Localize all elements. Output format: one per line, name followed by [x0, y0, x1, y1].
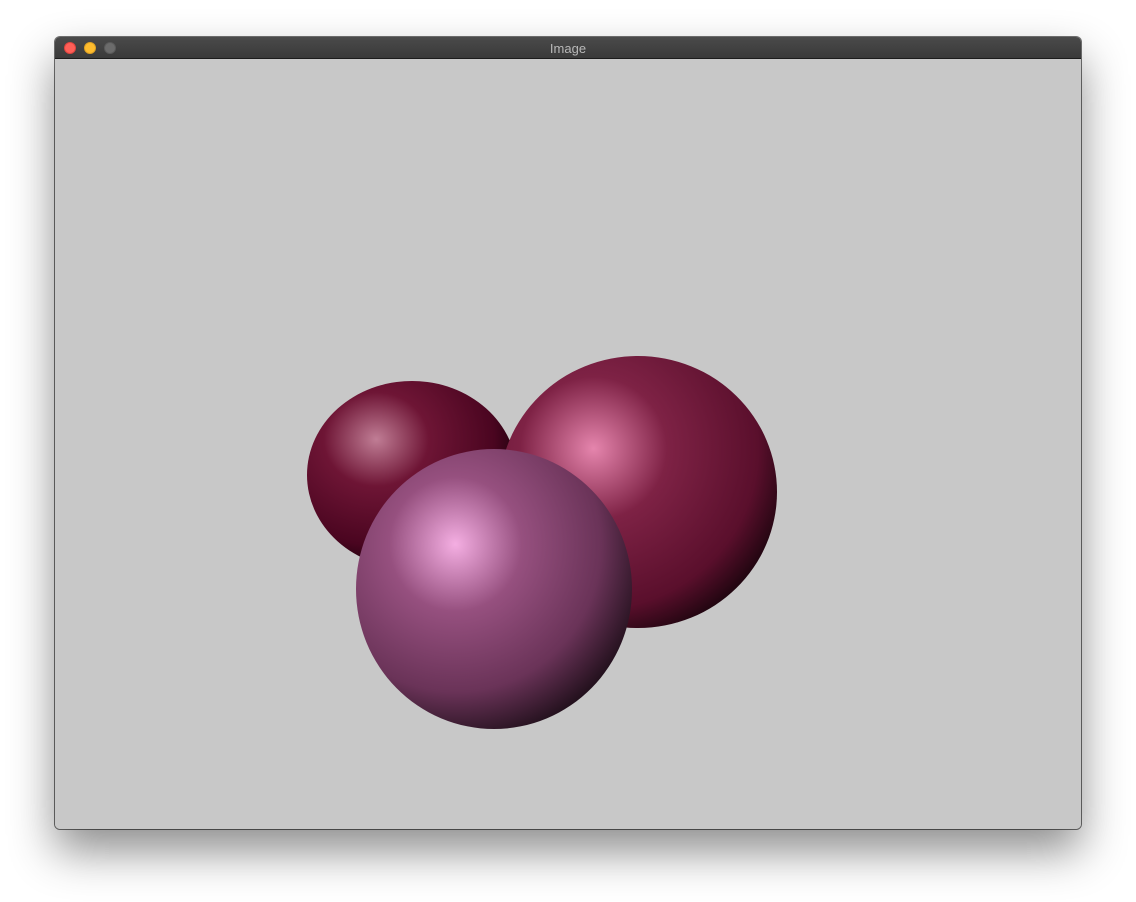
image-canvas — [55, 59, 1081, 829]
title-bar[interactable]: Image — [55, 37, 1081, 59]
front-sphere — [356, 449, 632, 729]
window-title: Image — [549, 41, 587, 56]
render-view — [55, 59, 1081, 829]
image-window: Image — [55, 37, 1081, 829]
